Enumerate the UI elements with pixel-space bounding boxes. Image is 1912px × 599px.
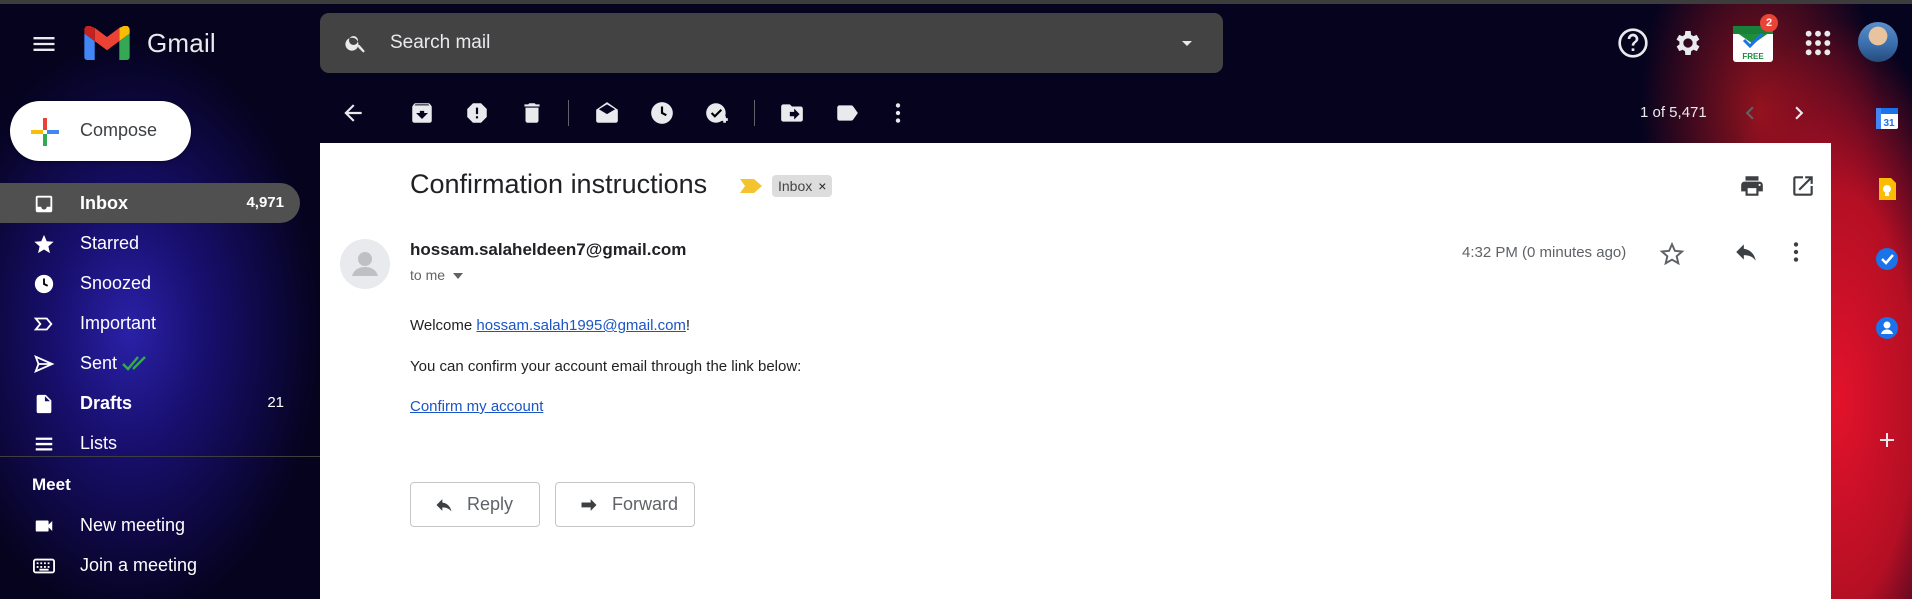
recipient-details-dropdown-icon [452, 273, 463, 280]
email-welcome-line: Welcome hossam.salah1995@gmail.com! [410, 317, 690, 334]
account-avatar[interactable] [1858, 22, 1898, 62]
important-marker-icon[interactable] [740, 179, 762, 193]
sidebar-item-label: Snoozed [80, 273, 152, 293]
star-email-icon[interactable] [1659, 241, 1685, 267]
sidebar-item-label: Drafts [80, 393, 133, 413]
sidebar-item-label: Lists [80, 433, 118, 453]
svg-text:31: 31 [1883, 118, 1895, 129]
sidebar-item-inbox[interactable]: Inbox 4,971 [0, 183, 300, 223]
toolbar-separator [568, 100, 569, 126]
snooze-clock-icon[interactable] [649, 100, 675, 126]
email-timestamp: 4:32 PM (0 minutes ago) [1462, 244, 1627, 261]
gmail-logo-icon[interactable] [84, 26, 130, 60]
label-tag-icon[interactable] [834, 100, 860, 126]
reply-icon [433, 495, 455, 515]
compose-button[interactable]: Compose [10, 101, 191, 161]
video-icon [33, 515, 55, 537]
email-subject: Confirmation instructions [410, 169, 708, 199]
delete-trash-icon[interactable] [519, 100, 545, 126]
list-icon [33, 433, 55, 455]
main-menu-icon[interactable] [30, 30, 58, 58]
welcome-suffix: ! [685, 317, 691, 334]
search-options-dropdown-icon[interactable] [1175, 31, 1199, 55]
support-help-icon[interactable] [1617, 27, 1649, 59]
sender-avatar [340, 239, 390, 289]
email-view-panel: Confirmation instructions Inbox × hossam.… [320, 143, 1831, 599]
keep-notes-icon[interactable] [1874, 176, 1900, 202]
forward-button-label: Forward [612, 494, 679, 514]
inbox-label-chip: Inbox × [772, 175, 833, 197]
search-bar[interactable] [320, 13, 1223, 73]
remove-label-close-icon[interactable]: × [818, 178, 826, 194]
sidebar-item-count: 4,971 [246, 194, 284, 211]
search-input[interactable] [390, 27, 1150, 59]
archive-icon[interactable] [409, 100, 435, 126]
report-spam-icon[interactable] [464, 100, 490, 126]
print-icon[interactable] [1739, 173, 1765, 199]
sidebar-item-snoozed[interactable]: Snoozed [0, 263, 300, 303]
keyboard-icon [33, 555, 55, 577]
recipient-text: to me [410, 267, 446, 283]
gmail-brand-text: Gmail [147, 28, 216, 58]
welcome-prefix: Welcome [410, 317, 477, 334]
email-body-line: You can confirm your account email throu… [410, 358, 802, 375]
meet-new-meeting[interactable]: New meeting [0, 505, 300, 545]
important-icon [33, 313, 55, 335]
google-apps-grid-icon[interactable] [1802, 27, 1834, 59]
sidebar-item-label: Important [80, 313, 157, 333]
forward-icon [578, 495, 600, 515]
add-to-tasks-icon[interactable] [704, 100, 730, 126]
sidebar-item-starred[interactable]: Starred [0, 223, 300, 263]
inbox-icon [33, 193, 55, 215]
welcome-email-link[interactable]: hossam.salah1995@gmail.com [476, 317, 686, 334]
sidebar-item-label: Sent [80, 353, 118, 373]
more-options-vertical-icon[interactable] [885, 100, 911, 126]
window-top-border [0, 0, 1912, 4]
send-icon [33, 353, 55, 375]
reply-button[interactable]: Reply [410, 482, 540, 527]
open-in-new-window-icon[interactable] [1790, 173, 1816, 199]
sidebar-item-label: Starred [80, 233, 140, 253]
move-to-folder-icon[interactable] [779, 100, 805, 126]
back-arrow-icon[interactable] [340, 100, 366, 126]
forward-button[interactable]: Forward [555, 482, 695, 527]
label-chip-text: Inbox [778, 178, 813, 194]
sidebar-item-lists[interactable]: Lists [0, 423, 300, 463]
sidebar-divider [0, 456, 320, 457]
older-chevron-right-icon[interactable] [1786, 100, 1812, 126]
settings-gear-icon[interactable] [1672, 27, 1704, 59]
search-icon[interactable] [344, 31, 368, 55]
compose-label: Compose [80, 120, 158, 140]
toolbar-separator [754, 100, 755, 126]
extension-free-label: FREE [1742, 52, 1764, 61]
confirm-account-link[interactable]: Confirm my account [410, 398, 543, 415]
meet-item-label: Join a meeting [80, 555, 198, 575]
reply-button-label: Reply [467, 494, 514, 514]
sidebar-item-sent[interactable]: Sent [0, 343, 300, 383]
sender-email[interactable]: hossam.salaheldeen7@gmail.com [410, 240, 686, 260]
reply-arrow-icon[interactable] [1733, 239, 1759, 265]
calendar-icon[interactable]: 31 [1874, 105, 1900, 131]
extension-notification-badge: 2 [1760, 14, 1778, 32]
draft-icon [33, 393, 55, 415]
clock-icon [33, 273, 55, 295]
newer-chevron-left-icon[interactable] [1737, 100, 1763, 126]
message-more-options-icon[interactable] [1783, 239, 1809, 265]
tasks-icon[interactable] [1874, 246, 1900, 272]
message-pager-text: 1 of 5,471 [1640, 104, 1707, 121]
star-icon [33, 233, 55, 255]
meet-join-meeting[interactable]: Join a meeting [0, 545, 300, 585]
sidebar-item-label: Inbox [80, 193, 128, 213]
mark-as-unread-icon[interactable] [594, 100, 620, 126]
sidebar-item-count: 21 [267, 394, 284, 411]
recipient-summary[interactable]: to me [410, 267, 463, 283]
add-addon-plus-icon[interactable] [1874, 427, 1900, 453]
double-check-icon [122, 354, 150, 372]
meet-section-title: Meet [32, 475, 71, 494]
sidebar-item-drafts[interactable]: Drafts 21 [0, 383, 300, 423]
contacts-icon[interactable] [1874, 315, 1900, 341]
compose-plus-icon [31, 118, 59, 146]
sidebar-item-important[interactable]: Important [0, 303, 300, 343]
meet-item-label: New meeting [80, 515, 186, 535]
